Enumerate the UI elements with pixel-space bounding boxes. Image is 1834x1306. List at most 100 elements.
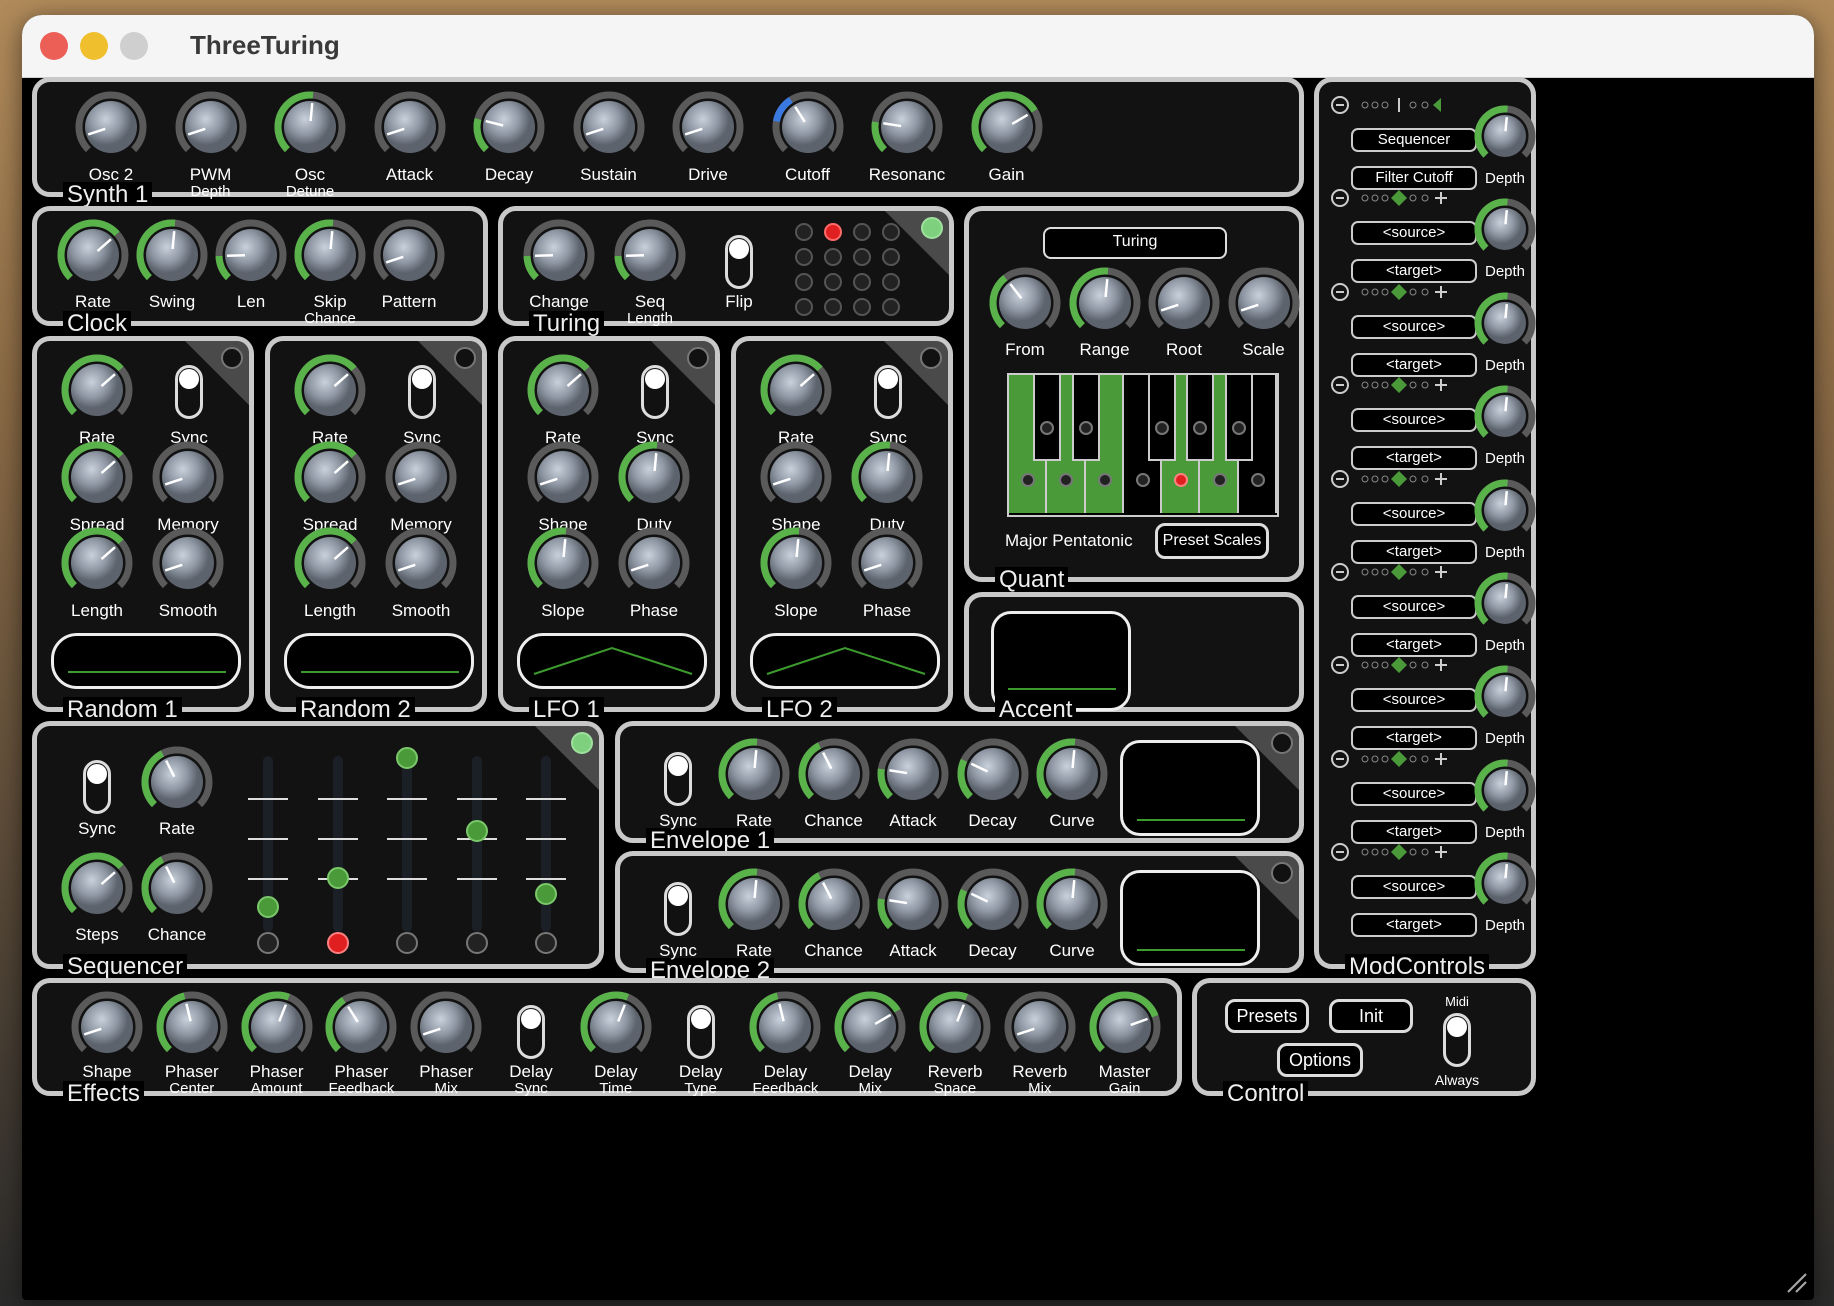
lfo1-slope-knob[interactable] [527,527,599,599]
mod-source-select[interactable]: <source> [1351,875,1477,900]
random2-spread-knob[interactable] [294,441,366,513]
env1-rate-knob[interactable] [718,738,790,810]
remove-mod-icon[interactable] [1329,466,1351,492]
flip-toggle[interactable] [725,235,753,289]
synth-cutoff-knob[interactable] [772,91,844,163]
env2-curve-knob[interactable] [1036,868,1108,940]
env1-decay-knob[interactable] [957,738,1029,810]
mod-depth-knob[interactable] [1474,385,1536,447]
mod-source-select[interactable]: <source> [1351,501,1477,526]
synth-sustain-knob[interactable] [573,91,645,163]
fx-reverb-mix-knob[interactable] [1004,991,1076,1063]
zoom-window-button[interactable] [120,32,148,60]
clock-rate-knob[interactable] [57,219,129,291]
env1-attack-knob[interactable] [877,738,949,810]
fx-delay-sync-toggle[interactable] [517,1005,545,1059]
fx-phaser-amount-knob[interactable] [241,991,313,1063]
env2-decay-knob[interactable] [957,868,1029,940]
fx-master-gain-knob[interactable] [1089,991,1161,1063]
random2-smooth-knob[interactable] [385,527,457,599]
lfo1-status-led[interactable] [687,347,709,369]
mod-depth-knob[interactable] [1474,852,1536,914]
remove-mod-icon[interactable] [1329,839,1351,865]
synth-drive-knob[interactable] [672,91,744,163]
random1-smooth-knob[interactable] [152,527,224,599]
lfo1-phase-knob[interactable] [618,527,690,599]
black-key[interactable] [1033,375,1062,461]
remove-mod-icon[interactable] [1329,746,1351,772]
synth-resonanc-knob[interactable] [871,91,943,163]
sequencer-chance-knob[interactable] [141,852,213,924]
mod-depth-knob[interactable] [1474,105,1536,167]
clock-swing-knob[interactable] [136,219,208,291]
random2-memory-knob[interactable] [385,441,457,513]
fx-delay-time-knob[interactable] [580,991,652,1063]
options-button[interactable]: Options [1277,1043,1363,1077]
lfo2-duty-knob[interactable] [851,441,923,513]
black-key[interactable] [1148,375,1177,461]
mod-source-select[interactable]: <source> [1351,314,1477,339]
env1-chance-knob[interactable] [798,738,870,810]
quant-mode-select[interactable]: Turing [1043,227,1227,259]
preset-scales-button[interactable]: Preset Scales [1155,523,1269,559]
fx-phaser-center-knob[interactable] [156,991,228,1063]
env2-chance-knob[interactable] [798,868,870,940]
quant-from-knob[interactable] [989,267,1061,339]
step-slider[interactable] [402,756,412,932]
black-key[interactable] [1071,375,1100,461]
fx-delay-feedback-knob[interactable] [749,991,821,1063]
random2-status-led[interactable] [454,347,476,369]
env2-sync-toggle[interactable] [664,882,692,936]
turing-status-led[interactable] [921,217,943,239]
remove-mod-icon[interactable] [1329,185,1351,211]
fx-shape-knob[interactable] [71,991,143,1063]
lfo2-rate-knob[interactable] [760,354,832,426]
close-window-button[interactable] [40,32,68,60]
mod-source-select[interactable]: <source> [1351,221,1477,246]
mod-depth-knob[interactable] [1474,665,1536,727]
synth-attack-knob[interactable] [374,91,446,163]
random2-rate-knob[interactable] [294,354,366,426]
mod-depth-knob[interactable] [1474,479,1536,541]
env1-curve-knob[interactable] [1036,738,1108,810]
mod-source-select[interactable]: <source> [1351,595,1477,619]
remove-mod-icon[interactable] [1329,559,1351,585]
synth-osc-2-knob[interactable] [75,91,147,163]
fx-phaser-mix-knob[interactable] [410,991,482,1063]
lfo1-duty-knob[interactable] [618,441,690,513]
clock-skip-chance-knob[interactable] [294,219,366,291]
env2-attack-knob[interactable] [877,868,949,940]
lfo2-slope-knob[interactable] [760,527,832,599]
random2-length-knob[interactable] [294,527,366,599]
remove-mod-icon[interactable] [1329,92,1351,118]
remove-mod-icon[interactable] [1329,372,1351,398]
mod-source-select[interactable]: <source> [1351,408,1477,433]
turing-change-knob[interactable] [523,219,595,291]
random1-sync-toggle[interactable] [175,365,203,419]
random1-length-knob[interactable] [61,527,133,599]
minimize-window-button[interactable] [80,32,108,60]
envelope2-status-led[interactable] [1271,862,1293,884]
random1-rate-knob[interactable] [61,354,133,426]
step-slider[interactable] [471,756,482,932]
step-slider-handle[interactable] [535,883,557,906]
sequencer-status-led[interactable] [571,732,593,754]
env1-sync-toggle[interactable] [664,752,692,806]
midi-toggle[interactable] [1443,1013,1471,1067]
step-slider-handle[interactable] [396,747,418,769]
envelope1-status-led[interactable] [1271,732,1293,754]
step-slider-handle[interactable] [326,866,349,889]
mod-depth-knob[interactable] [1474,292,1536,354]
synth-pwm-depth-knob[interactable] [175,91,247,163]
mod-depth-knob[interactable] [1474,759,1536,821]
turing-seq-length-knob[interactable] [614,219,686,291]
random2-sync-toggle[interactable] [408,365,436,419]
synth-decay-knob[interactable] [473,91,545,163]
step-slider[interactable] [332,756,343,932]
black-key[interactable] [1186,375,1215,461]
fx-phaser-feedback-knob[interactable] [325,991,397,1063]
step-slider-handle[interactable] [257,896,279,919]
step-slider[interactable] [541,756,551,932]
step-slider-handle[interactable] [465,820,488,843]
synth-osc-detune-knob[interactable] [274,91,346,163]
